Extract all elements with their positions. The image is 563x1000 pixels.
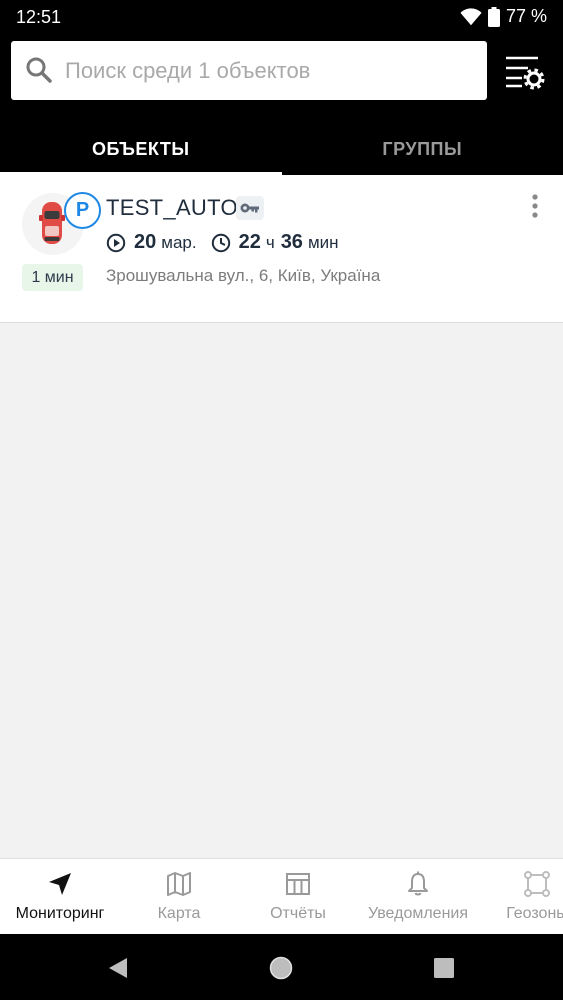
object-list-item[interactable]: P 1 мин TEST_AUTO 20 мар. 22 ч 36 мин Зр… [0, 175, 563, 323]
geozone-icon [524, 871, 550, 897]
tabs: ОБЪЕКТЫ ГРУППЫ [0, 123, 563, 175]
duration-hours-unit: ч [265, 232, 275, 252]
object-address: Зрошувальна вул., 6, Київ, Україна [106, 266, 381, 285]
home-icon[interactable] [268, 955, 294, 981]
object-meta-row: 20 мар. 22 ч 36 мин [106, 231, 339, 254]
tab-groups-label: ГРУППЫ [382, 138, 463, 159]
nav-monitoring[interactable]: Мониторинг [0, 859, 120, 934]
nav-monitoring-label: Мониторинг [15, 905, 105, 922]
battery-icon [487, 6, 500, 27]
tab-objects-label: ОБЪЕКТЫ [92, 138, 190, 159]
duration-minutes: 36 [280, 231, 303, 253]
duration-minutes-unit: мин [307, 232, 339, 252]
battery-percent: 77 % [505, 6, 547, 26]
play-circle-icon [106, 233, 126, 252]
system-navigation-bar [0, 934, 563, 1000]
nav-map-label: Карта [157, 905, 201, 922]
search-box[interactable] [11, 41, 487, 100]
tab-objects[interactable]: ОБЪЕКТЫ [0, 123, 282, 175]
nav-geozones[interactable]: Геозоны [478, 859, 563, 934]
state-duration-badge: 1 мин [22, 264, 83, 291]
last-message-month: мар. [161, 232, 197, 252]
filter-settings-icon[interactable] [502, 52, 546, 92]
parking-status-badge: P [64, 192, 101, 229]
tab-groups[interactable]: ГРУППЫ [282, 123, 563, 175]
back-icon[interactable] [105, 955, 131, 981]
nav-reports-label: Отчёты [270, 905, 326, 922]
clock-icon [211, 233, 230, 252]
search-input[interactable] [65, 41, 475, 100]
more-options-icon[interactable] [524, 193, 546, 221]
object-name: TEST_AUTO [106, 195, 238, 220]
reports-icon [286, 873, 310, 895]
nav-notifications[interactable]: Уведомления [358, 859, 478, 934]
recents-icon[interactable] [431, 955, 457, 981]
status-bar: 12:51 77 % [0, 0, 563, 34]
nav-notifications-label: Уведомления [367, 905, 469, 922]
navigation-arrow-icon [49, 873, 71, 895]
bell-icon [408, 871, 428, 896]
status-time: 12:51 [16, 7, 62, 27]
key-icon [236, 196, 264, 220]
map-icon [167, 872, 191, 896]
bottom-navigation: Мониторинг Карта Отчёты Уведомления Геоз… [0, 858, 563, 934]
nav-geozones-label: Геозоны [506, 905, 563, 922]
status-indicators: 77 % [460, 6, 547, 27]
top-panel: ОБЪЕКТЫ ГРУППЫ [0, 34, 563, 175]
nav-map[interactable]: Карта [120, 859, 238, 934]
nav-reports[interactable]: Отчёты [238, 859, 358, 934]
last-message-day: 20 [134, 231, 157, 253]
duration-hours: 22 [238, 231, 261, 253]
search-icon [26, 57, 52, 83]
wifi-icon [460, 7, 482, 25]
